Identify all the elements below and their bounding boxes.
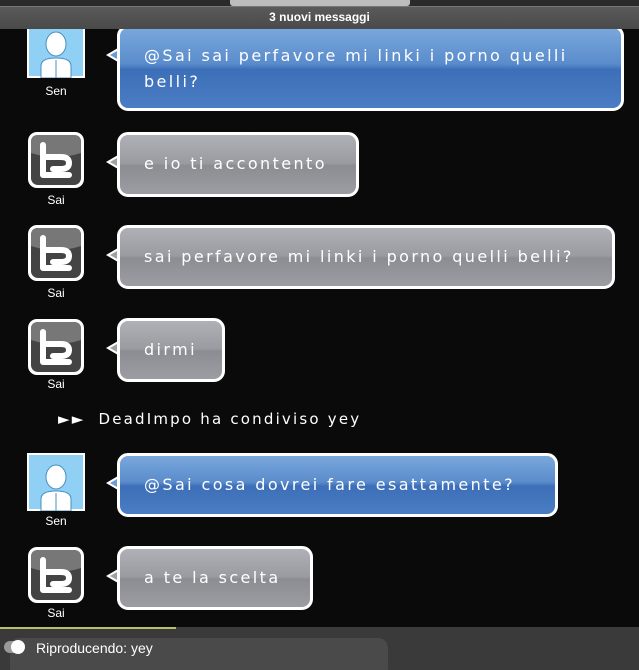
bubble-tail — [106, 48, 118, 62]
bubble-tail — [106, 155, 118, 169]
new-messages-label[interactable]: 3 nuovi messaggi — [0, 6, 639, 29]
bubble-tail — [106, 569, 118, 583]
message-bubble: e io ti accontento — [106, 132, 359, 197]
now-playing-text: Riproducendo: yey — [36, 640, 153, 656]
playback-progress — [0, 627, 176, 629]
message-text: a te la scelta — [144, 568, 281, 587]
message-bubble: @Sai sai perfavore mi linki i porno quel… — [106, 25, 624, 111]
chat-window: Sen @Sai sai perfavore mi linki i porno … — [0, 0, 639, 670]
username-label: Sen — [45, 514, 67, 528]
message-bubble: dirmi — [106, 318, 225, 382]
te-logo-icon[interactable] — [27, 546, 85, 604]
person-avatar-icon[interactable] — [27, 453, 85, 512]
message-bubble: a te la scelta — [106, 546, 313, 610]
te-logo-icon[interactable] — [27, 224, 85, 282]
message-text: @Sai sai perfavore mi linki i porno quel… — [144, 46, 568, 91]
bubble-tail — [106, 248, 118, 262]
username-label: Sai — [47, 286, 65, 300]
system-notice-text: DeadImpo ha condiviso yey — [98, 410, 362, 428]
system-notice: ►► DeadImpo ha condiviso yey — [58, 410, 361, 428]
message-bubble: sai perfavore mi linki i porno quelli be… — [106, 225, 615, 289]
new-messages-banner[interactable]: 3 nuovi messaggi — [0, 0, 639, 29]
te-logo-icon[interactable] — [27, 131, 85, 189]
username-label: Sai — [47, 606, 65, 620]
username-label: Sai — [47, 193, 65, 207]
bubble-tail — [106, 341, 118, 355]
message-text: dirmi — [144, 340, 197, 359]
te-logo-icon[interactable] — [27, 318, 85, 376]
message-text: e io ti accontento — [144, 154, 327, 173]
username-label: Sen — [45, 84, 67, 98]
message-text: sai perfavore mi linki i porno quelli be… — [144, 247, 574, 266]
message-text: @Sai cosa dovrei fare esattamente? — [144, 475, 516, 494]
bubble-tail — [106, 476, 118, 490]
toggle-knob-icon[interactable] — [11, 640, 25, 654]
message-bubble: @Sai cosa dovrei fare esattamente? — [106, 453, 558, 517]
username-label: Sai — [47, 377, 65, 391]
player-bar: Riproducendo: yey — [0, 627, 639, 670]
play-arrows-icon: ►► — [58, 410, 86, 428]
